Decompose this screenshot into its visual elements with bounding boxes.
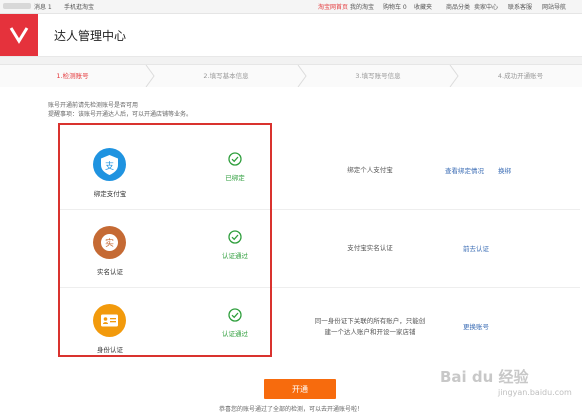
change-account-link[interactable]: 更换账号 bbox=[463, 321, 489, 331]
progress-steps: 1.检测账号 2.填写基本信息 3.填写账号信息 4.成功开通账号 bbox=[0, 64, 582, 88]
watermark: Bai du 经验 bbox=[440, 368, 529, 386]
customer-service-link[interactable]: 联系客服 bbox=[508, 2, 532, 11]
desc-line-1: 同一身份证下关联的所有账户，只能创 bbox=[314, 317, 426, 325]
step-2: 2.填写基本信息 bbox=[203, 72, 249, 80]
go-verify-link[interactable]: 前去认证 bbox=[463, 243, 489, 253]
messages-link[interactable]: 消息 1 bbox=[34, 2, 52, 11]
step-1: 1.检测账号 bbox=[56, 72, 89, 80]
site-nav-link[interactable]: 网站导航 bbox=[542, 2, 566, 11]
brand-logo[interactable] bbox=[0, 14, 38, 56]
username-blurred bbox=[3, 3, 31, 9]
desc-line-2: 建一个达人账户和开设一家店铺 bbox=[324, 328, 416, 336]
reminder-note: 提醒事项：该账号开通达人后，可以开通店铺等业务。 bbox=[48, 111, 193, 118]
seller-center-link[interactable]: 卖家中心 bbox=[474, 2, 498, 11]
favorites-link[interactable]: 收藏夹 bbox=[414, 2, 432, 11]
page-header: 达人管理中心 bbox=[0, 14, 582, 57]
my-taobao-link[interactable]: 我的淘宝 bbox=[350, 2, 374, 11]
step-4: 4.成功开通账号 bbox=[497, 72, 544, 80]
highlight-box bbox=[58, 123, 272, 357]
check-note: 账号开通前请先检测账号是否可用 bbox=[48, 102, 139, 109]
mobile-taobao-link[interactable]: 手机逛淘宝 bbox=[64, 2, 94, 11]
step-3: 3.填写账号信息 bbox=[355, 72, 401, 80]
taobao-home-link[interactable]: 淘宝网首页 bbox=[318, 2, 348, 11]
success-message: 恭喜您的账号通过了全部的检测，可以去开通账号啦！ bbox=[218, 406, 363, 413]
categories-link[interactable]: 商品分类 bbox=[446, 2, 470, 11]
step-divider-icon bbox=[297, 65, 307, 87]
cart-link[interactable]: 购物车 0 bbox=[383, 2, 407, 11]
step-divider-icon bbox=[145, 65, 155, 87]
row-description: 支付宝实名认证 bbox=[347, 244, 393, 252]
rebind-link[interactable]: 换绑 bbox=[498, 165, 511, 175]
row-description: 绑定个人支付宝 bbox=[347, 166, 393, 174]
site-topbar: 消息 1 手机逛淘宝 淘宝网首页 我的淘宝 购物车 0 收藏夹 商品分类 卖家中… bbox=[0, 0, 582, 14]
view-binding-link[interactable]: 查看绑定情况 bbox=[445, 165, 484, 175]
v-logo-icon bbox=[9, 27, 29, 44]
step-divider-icon bbox=[449, 65, 459, 87]
page-title: 达人管理中心 bbox=[54, 29, 127, 43]
row-description: 同一身份证下关联的所有账户，只能创 建一个达人账户和开设一家店铺 bbox=[285, 316, 455, 338]
activate-button[interactable]: 开通 bbox=[264, 379, 336, 399]
watermark-url: jingyan.baidu.com bbox=[498, 388, 572, 397]
